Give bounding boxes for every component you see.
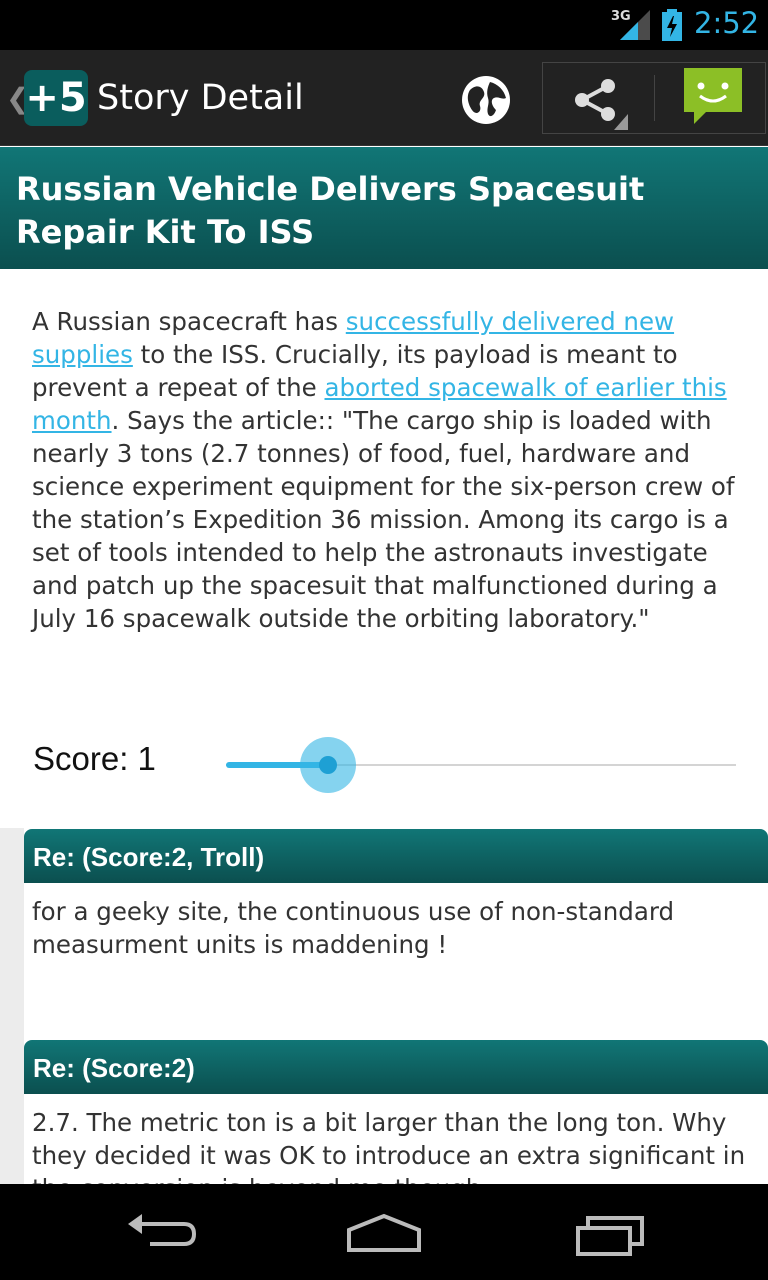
article-text: A Russian spacecraft has (32, 307, 346, 336)
comment-title: Re: (Score:2, Troll) (33, 842, 265, 872)
slider-thumb[interactable] (319, 756, 337, 774)
comment-body: 2.7. The metric ton is a bit larger than… (32, 1108, 746, 1184)
nav-home-icon[interactable] (339, 1206, 429, 1262)
nav-recents-icon[interactable] (566, 1206, 656, 1262)
score-label: Score: 1 (33, 740, 156, 777)
comment-body: for a geeky site, the continuous use of … (32, 897, 675, 959)
screen-title: Story Detail (97, 78, 304, 118)
nav-back-icon[interactable] (114, 1206, 204, 1262)
story-title: Russian Vehicle Delivers Spacesuit Repai… (16, 170, 645, 251)
clock: 2:52 (694, 6, 760, 40)
battery-icon (662, 9, 682, 41)
divider (654, 75, 655, 121)
story-body: A Russian spacecraft has successfully de… (32, 305, 744, 635)
status-bar: 3G 2:52 (0, 0, 768, 50)
share-icon[interactable] (568, 70, 628, 130)
article-text: . Says the article:: "The cargo ship is … (32, 406, 735, 633)
score-slider[interactable] (226, 730, 738, 800)
chat-smiley-icon[interactable] (682, 66, 744, 128)
comment-title: Re: (Score:2) (33, 1053, 195, 1083)
app-logo: +5 (24, 70, 88, 126)
signal-icon (620, 10, 650, 40)
comment-thread-rail (0, 828, 24, 1184)
globe-icon[interactable] (458, 72, 514, 128)
